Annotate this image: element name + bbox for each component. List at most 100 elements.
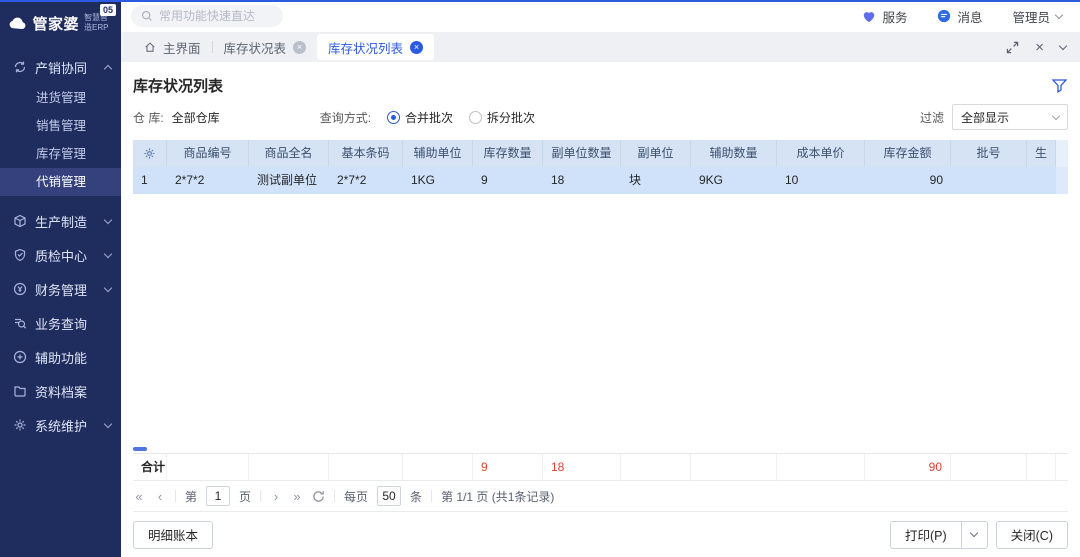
sidebar-item-finance[interactable]: 财务管理 (0, 272, 121, 306)
page-input[interactable]: 1 (206, 486, 230, 506)
column-header-cost-price[interactable]: 成本单价 (777, 140, 865, 167)
column-header-batch-no[interactable]: 批号 (951, 140, 1027, 167)
sidebar-item-label: 财务管理 (35, 280, 97, 299)
sidebar-item-archives[interactable]: 资料档案 (0, 374, 121, 408)
print-dropdown-button[interactable] (962, 521, 988, 549)
footer-bar: 明细账本 打印(P) 关闭(C) (133, 511, 1068, 557)
column-header-sub-unit-qty[interactable]: 副单位数量 (543, 140, 621, 167)
radio-label: 合并批次 (405, 109, 453, 126)
sidebar-subitem-inventory[interactable]: 库存管理 (0, 140, 121, 168)
radio-split-batch[interactable]: 拆分批次 (469, 109, 535, 126)
refresh-icon[interactable] (312, 490, 325, 503)
totals-stock-qty: 9 (473, 454, 543, 481)
per-page-label: 每页 (344, 488, 368, 505)
filter-row: 仓 库: 全部仓库 查询方式: 合并批次 拆分批次 过滤 全部显示 (133, 102, 1068, 132)
cell-stock-qty: 9 (473, 167, 543, 194)
sidebar-submenu: 进货管理 销售管理 库存管理 代销管理 (0, 84, 121, 196)
totals-cell (1056, 454, 1072, 481)
user-menu[interactable]: 管理员 (1012, 7, 1062, 26)
column-header-truncated[interactable]: 生 (1027, 140, 1056, 167)
shield-icon (13, 248, 27, 262)
search-input[interactable] (159, 9, 271, 23)
totals-cell (249, 454, 329, 481)
filter-select-value: 全部显示 (961, 109, 1009, 126)
coin-yuan-icon (13, 282, 27, 296)
column-header-stock-amount[interactable]: 库存金额 (865, 140, 951, 167)
service-link[interactable]: 服务 (862, 7, 907, 26)
sidebar-menu: 产销协同 进货管理 销售管理 库存管理 代销管理 生产制造 质检中 (0, 46, 121, 557)
search-icon (141, 10, 153, 22)
sync-icon (13, 60, 27, 74)
sidebar-item-quality[interactable]: 质检中心 (0, 238, 121, 272)
detail-ledger-button[interactable]: 明细账本 (133, 521, 213, 549)
totals-cell (167, 454, 249, 481)
filter-icon[interactable] (1051, 77, 1068, 93)
next-page-button[interactable]: › (270, 489, 282, 504)
tab-close-icon[interactable]: × (293, 41, 306, 54)
quick-search[interactable] (131, 5, 283, 27)
cell-aux-unit: 1KG (403, 167, 473, 194)
last-page-button[interactable]: » (291, 489, 303, 504)
totals-stock-amount: 90 (865, 454, 951, 481)
column-header-aux-unit[interactable]: 辅助单位 (403, 140, 473, 167)
sidebar-subitem-purchase[interactable]: 进货管理 (0, 84, 121, 112)
message-label: 消息 (957, 7, 982, 26)
message-icon (937, 9, 951, 23)
pager-divider (260, 490, 261, 502)
prev-page-button[interactable]: ‹ (154, 489, 166, 504)
app-window: 管家婆 智慧智造ERP 05 产销协同 进货管理 销售管理 库存管理 代销管理 (0, 0, 1080, 557)
sidebar-item-aux-functions[interactable]: 辅助功能 (0, 340, 121, 374)
sidebar: 管家婆 智慧智造ERP 05 产销协同 进货管理 销售管理 库存管理 代销管理 (0, 0, 121, 557)
radio-label: 拆分批次 (487, 109, 535, 126)
close-tabs-icon[interactable]: × (1035, 40, 1044, 55)
radio-merge-batch[interactable]: 合并批次 (387, 109, 453, 126)
expand-icon[interactable] (1006, 41, 1019, 54)
column-settings-button[interactable] (133, 140, 167, 167)
sidebar-item-business-query[interactable]: 业务查询 (0, 306, 121, 340)
column-header-aux-qty[interactable]: 辅助数量 (691, 140, 777, 167)
totals-sub-unit-qty: 18 (543, 454, 621, 481)
sidebar-item-product-sales-collab[interactable]: 产销协同 (0, 50, 121, 84)
totals-cell (329, 454, 403, 481)
tab-inventory-status-list[interactable]: 库存状况列表 × (317, 34, 434, 60)
tab-inventory-status[interactable]: 库存状况表 × (213, 32, 318, 62)
warehouse-value[interactable]: 全部仓库 (172, 109, 220, 126)
cell-sub-unit: 块 (621, 167, 691, 194)
message-link[interactable]: 消息 (937, 7, 982, 26)
column-header-product-name[interactable]: 商品全名 (249, 140, 329, 167)
table-scrollbar-gutter (1056, 140, 1068, 167)
column-header-stock-qty[interactable]: 库存数量 (473, 140, 543, 167)
close-button[interactable]: 关闭(C) (996, 521, 1068, 549)
table-row[interactable]: 1 2*7*2 测试副单位 2*7*2 1KG 9 18 块 9KG 10 90 (133, 167, 1068, 194)
cell-product-name: 测试副单位 (249, 167, 329, 194)
filter-label: 过滤 (920, 109, 944, 126)
cell-stock-amount: 90 (865, 167, 951, 194)
sidebar-subitem-sales[interactable]: 销售管理 (0, 112, 121, 140)
tab-label: 库存状况列表 (328, 38, 403, 57)
horizontal-scrollbar-thumb[interactable] (133, 447, 147, 451)
column-header-barcode[interactable]: 基本条码 (329, 140, 403, 167)
column-header-product-code[interactable]: 商品编号 (167, 140, 249, 167)
query-mode-label: 查询方式: (320, 109, 371, 126)
column-header-sub-unit[interactable]: 副单位 (621, 140, 691, 167)
filter-select[interactable]: 全部显示 (952, 104, 1068, 130)
sidebar-subitem-consignment[interactable]: 代销管理 (0, 168, 121, 196)
tab-home[interactable]: 主界面 (133, 32, 212, 62)
gear-icon (143, 147, 156, 160)
brand-name: 管家婆 (33, 13, 80, 34)
chevron-down-icon (104, 419, 112, 427)
print-button[interactable]: 打印(P) (890, 521, 962, 549)
sidebar-item-label: 产销协同 (35, 58, 97, 77)
first-page-button[interactable]: « (133, 489, 145, 504)
cell-product-code: 2*7*2 (167, 167, 249, 194)
totals-row: 合计 9 18 90 (133, 453, 1068, 481)
page-label-pre: 第 (185, 488, 197, 505)
totals-cell (621, 454, 691, 481)
sidebar-item-system-maintenance[interactable]: 系统维护 (0, 408, 121, 442)
sidebar-item-production[interactable]: 生产制造 (0, 204, 121, 238)
totals-cell (777, 454, 865, 481)
chevron-down-icon[interactable] (1059, 41, 1067, 49)
page-size-input[interactable]: 50 (377, 486, 401, 506)
tab-close-icon[interactable]: × (410, 41, 423, 54)
pager-divider (175, 490, 176, 502)
